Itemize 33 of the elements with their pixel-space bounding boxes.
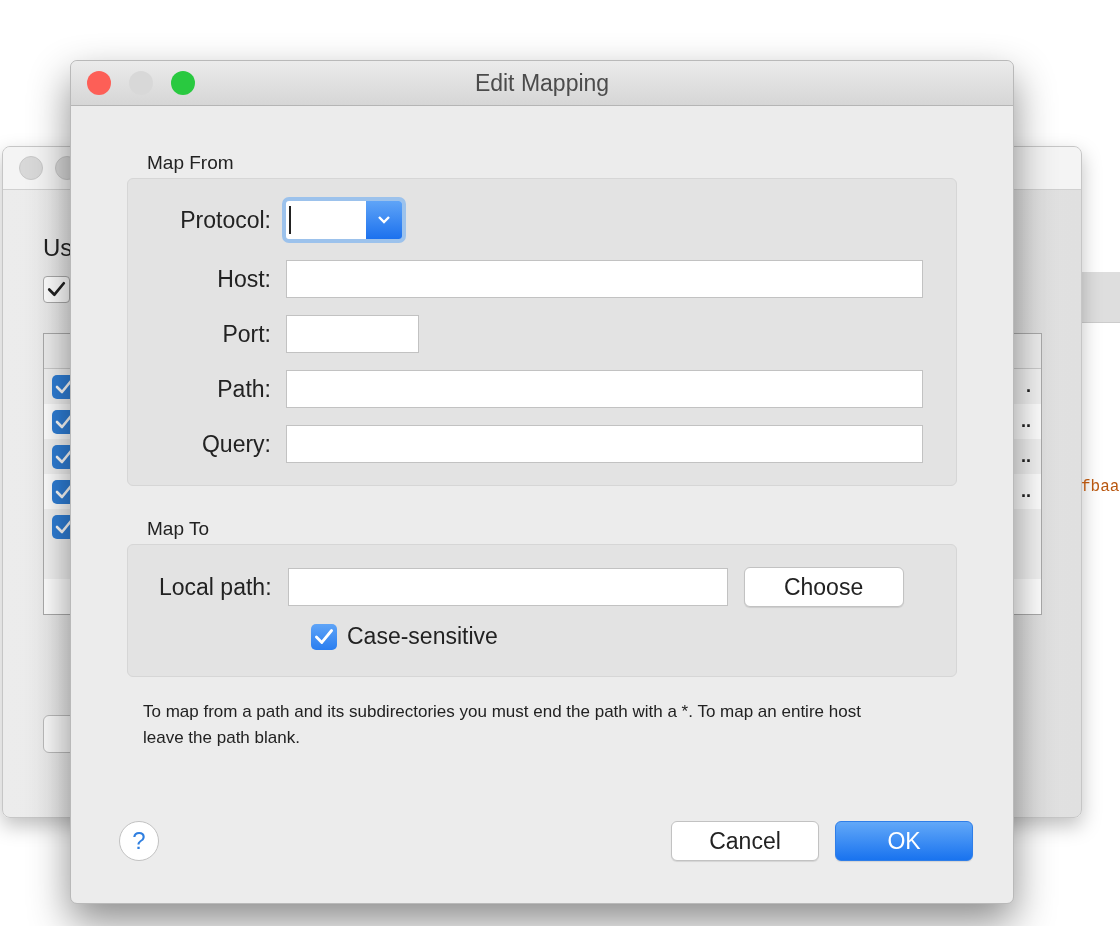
field-label: Host:: [217, 265, 271, 293]
table-cell: .: [1026, 376, 1031, 397]
help-button[interactable]: ?: [119, 821, 159, 861]
field-label: Query:: [201, 430, 271, 458]
local-path-field[interactable]: [287, 568, 728, 606]
text-field[interactable]: [286, 370, 923, 408]
field-label: Local path:: [159, 573, 272, 601]
text-field[interactable]: [286, 315, 419, 353]
code-text: fbaa: [1081, 478, 1120, 496]
table-cell: ..: [1021, 481, 1031, 502]
section-heading: Us: [43, 234, 73, 262]
text-field[interactable]: [286, 260, 923, 298]
text-field[interactable]: [286, 425, 923, 463]
hint-text: To map from a path and its subdirectories you must end the path with a *. To map an entire host leave the path blank.: [143, 701, 862, 749]
checkbox[interactable]: [43, 276, 70, 303]
field-label: Protocol:: [180, 206, 271, 234]
cancel-button[interactable]: Cancel: [671, 821, 819, 861]
window-control[interactable]: [19, 156, 43, 180]
checkbox[interactable]: [311, 623, 337, 650]
section-title: Map From: [147, 152, 234, 174]
text-cursor: [289, 206, 291, 234]
protocol-dropdown[interactable]: [282, 197, 406, 243]
table-cell: ..: [1021, 411, 1031, 432]
choose-button[interactable]: Choose: [743, 567, 904, 607]
field-label: Path:: [217, 375, 271, 403]
checkbox-label: Case-sensitive: [347, 623, 498, 650]
close-button[interactable]: [87, 71, 111, 95]
window-title: Edit Mapping: [474, 69, 610, 97]
table-cell: ..: [1021, 446, 1031, 467]
zoom-button[interactable]: [171, 71, 195, 95]
chevron-down-icon: [376, 214, 392, 226]
section-title: Map To: [147, 518, 209, 540]
field-label: Port:: [222, 320, 271, 348]
